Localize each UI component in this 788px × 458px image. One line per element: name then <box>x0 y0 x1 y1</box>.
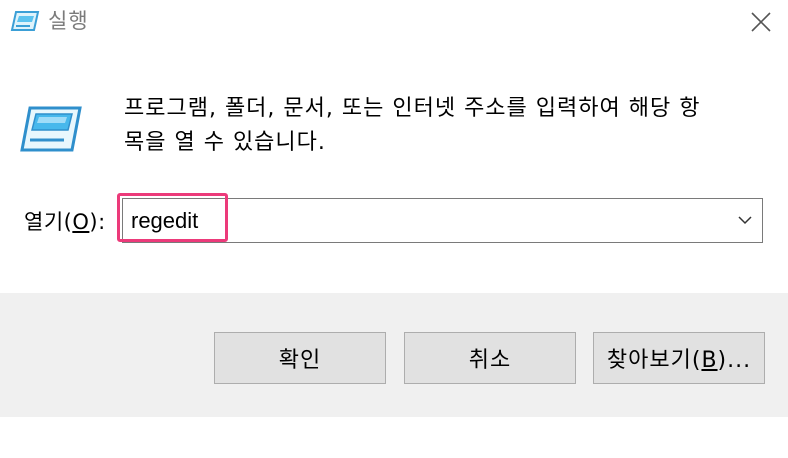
title-bar[interactable]: 실행 <box>0 0 788 50</box>
chevron-down-icon <box>738 216 752 225</box>
browse-button-label: 찾아보기(B)... <box>607 342 751 374</box>
ok-button[interactable]: 확인 <box>214 332 386 384</box>
description-text: 프로그램, 폴더, 문서, 또는 인터넷 주소를 입력하여 해당 항 목을 열 … <box>124 92 764 160</box>
open-label-prefix: 열기( <box>24 210 73 234</box>
browse-label-prefix: 찾아보기( <box>606 348 702 373</box>
open-label-suffix: ): <box>89 210 106 234</box>
description-line-2: 목을 열 수 있습니다. <box>124 130 326 155</box>
ok-button-label: 확인 <box>278 348 322 373</box>
run-large-icon <box>20 106 82 152</box>
description-line-1: 프로그램, 폴더, 문서, 또는 인터넷 주소를 입력하여 해당 항 <box>124 96 701 121</box>
cancel-button[interactable]: 취소 <box>404 332 576 384</box>
run-icon <box>10 11 40 31</box>
open-label: 열기(O): <box>24 206 106 238</box>
dropdown-button[interactable] <box>726 199 762 242</box>
close-icon <box>751 12 771 32</box>
open-input[interactable] <box>123 199 723 242</box>
browse-label-suffix: )... <box>717 348 752 373</box>
open-label-mnemonic: O <box>72 210 90 234</box>
browse-button[interactable]: 찾아보기(B)... <box>593 332 765 384</box>
close-button[interactable] <box>735 0 788 45</box>
browse-label-mnemonic: B <box>701 348 718 373</box>
cancel-button-label: 취소 <box>468 348 512 373</box>
window-title: 실행 <box>48 9 89 33</box>
open-combobox[interactable] <box>122 198 763 243</box>
